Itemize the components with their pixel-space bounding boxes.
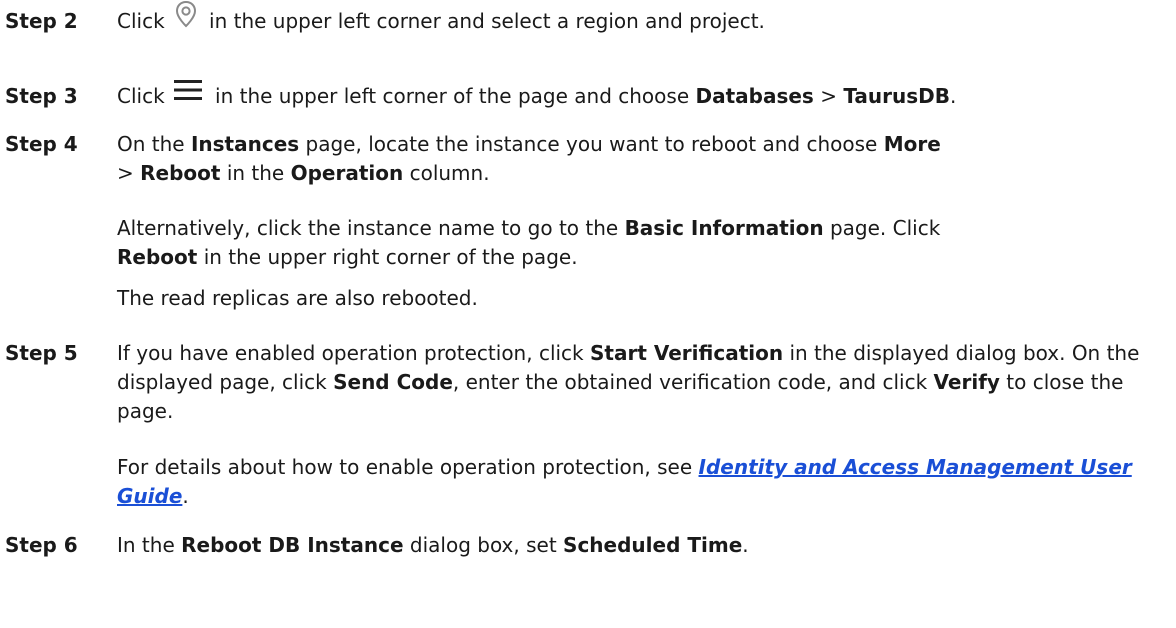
bold-term: More xyxy=(883,132,941,156)
text-span: Alternatively, click the instance name t… xyxy=(117,216,619,240)
text-span: page. Click xyxy=(829,216,941,240)
bold-term: Verify xyxy=(933,370,1000,394)
text-span: in the upper left corner of the page and… xyxy=(215,84,690,108)
step-6: Step 6 In the Reboot DB Instance dialog … xyxy=(5,531,1165,560)
step-3: Step 3 Click in the upper left corner of… xyxy=(5,79,1165,111)
text-span: , enter the obtained verification code, … xyxy=(452,370,928,394)
bold-term: Send Code xyxy=(333,370,453,394)
step-label: Step 6 xyxy=(5,533,78,557)
text-span: . xyxy=(182,484,189,508)
location-pin-icon xyxy=(176,0,197,27)
text-span: In the xyxy=(117,533,175,557)
step-text: Click in the upper left corner of the pa… xyxy=(117,79,1165,111)
bold-term: Start Verification xyxy=(590,341,784,365)
bold-term: Reboot xyxy=(117,245,198,269)
step-text: Click in the upper left corner and selec… xyxy=(117,0,1165,38)
text-span: column. xyxy=(409,161,490,185)
hamburger-menu-icon xyxy=(174,79,203,100)
step-label: Step 3 xyxy=(5,84,78,108)
step-label: Step 2 xyxy=(5,9,78,33)
text-span: On the xyxy=(117,132,185,156)
text-span: For details about how to enable operatio… xyxy=(117,455,693,479)
document-page: Step 2 Click in the upper left corner an… xyxy=(0,0,1176,628)
step-4: Step 4 On the Instances page, locate the… xyxy=(5,130,1165,188)
bold-term: Databases xyxy=(695,84,814,108)
bold-term: Instances xyxy=(190,132,300,156)
text-span: in the xyxy=(226,161,285,185)
step-4-paragraph-2: The read replicas are also rebooted. xyxy=(117,286,478,310)
step-text: If you have enabled operation protection… xyxy=(117,339,1165,426)
bold-term: Operation xyxy=(290,161,404,185)
step-text: On the Instances page, locate the instan… xyxy=(117,130,1165,188)
text-span: Click xyxy=(117,84,165,108)
text-span: Click xyxy=(117,9,165,33)
step-label: Step 4 xyxy=(5,132,78,156)
text-span: > xyxy=(820,84,837,108)
step-label: Step 5 xyxy=(5,341,78,365)
text-span: in the upper right corner of the page. xyxy=(203,245,578,269)
step-5-paragraph-1: For details about how to enable operatio… xyxy=(117,453,1157,511)
step-text: In the Reboot DB Instance dialog box, se… xyxy=(117,531,1165,560)
text-span: > xyxy=(117,161,134,185)
text-span: . xyxy=(742,533,749,557)
bold-term: Reboot xyxy=(140,161,221,185)
bold-term: Reboot DB Instance xyxy=(181,533,404,557)
step-4-paragraph-1: Alternatively, click the instance name t… xyxy=(117,214,1157,272)
text-span: . xyxy=(949,84,957,108)
text-span: dialog box, set xyxy=(409,533,557,557)
bold-term: TaurusDB xyxy=(843,84,950,108)
text-span: page, locate the instance you want to re… xyxy=(305,132,878,156)
step-2: Step 2 Click in the upper left corner an… xyxy=(5,0,1165,38)
step-5: Step 5 If you have enabled operation pro… xyxy=(5,339,1165,426)
text-span: If you have enabled operation protection… xyxy=(117,341,584,365)
bold-term: Scheduled Time xyxy=(563,533,743,557)
text-span: in the upper left corner and select a re… xyxy=(209,9,765,33)
bold-term: Basic Information xyxy=(624,216,824,240)
